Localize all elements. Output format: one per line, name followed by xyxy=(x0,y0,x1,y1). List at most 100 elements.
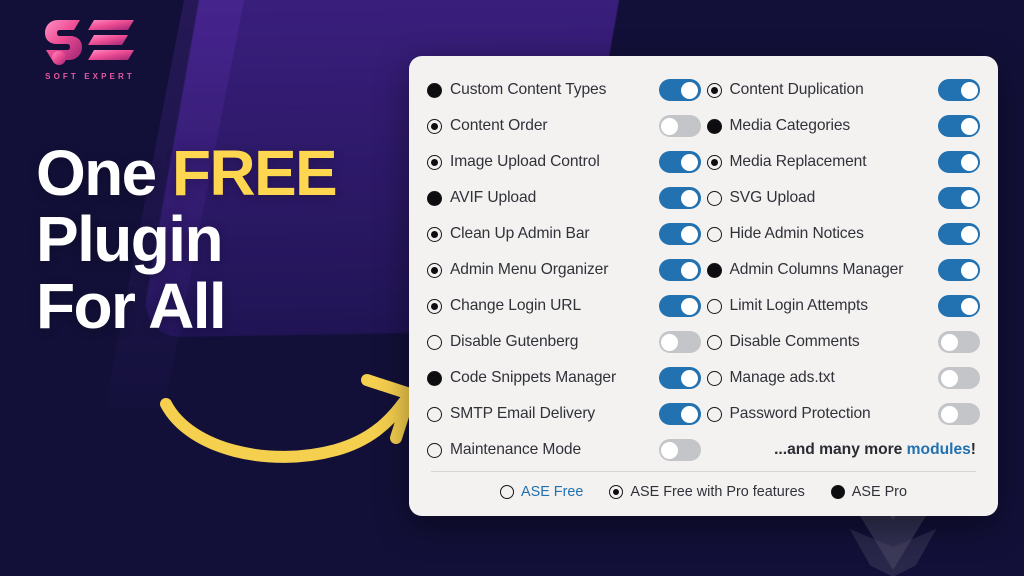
radio-marker-empty[interactable] xyxy=(706,406,722,422)
features-column-right: Content Duplication Media Categories Media… xyxy=(706,72,981,469)
radio-marker-dotted[interactable] xyxy=(706,154,722,170)
feature-row[interactable]: SVG Upload xyxy=(706,180,980,216)
curved-arrow-icon xyxy=(160,372,430,472)
headline-line1-accent: FREE xyxy=(171,137,338,209)
feature-label: Password Protection xyxy=(729,405,871,422)
feature-row[interactable]: Image Upload Control xyxy=(427,144,701,180)
radio-marker-filled[interactable] xyxy=(427,190,442,206)
feature-label: AVIF Upload xyxy=(450,189,537,206)
radio-marker-dotted[interactable] xyxy=(427,262,442,278)
radio-marker-dotted[interactable] xyxy=(427,118,442,134)
feature-row[interactable]: Disable Gutenberg xyxy=(427,324,701,360)
feature-toggle-off[interactable] xyxy=(938,367,980,389)
radio-marker-empty[interactable] xyxy=(706,190,722,206)
feature-row[interactable]: Custom Content Types xyxy=(427,72,701,108)
feature-label: Hide Admin Notices xyxy=(729,225,864,242)
feature-label: Disable Comments xyxy=(729,333,860,350)
more-modules-suffix: ! xyxy=(970,441,976,458)
radio-marker-dotted[interactable] xyxy=(427,154,442,170)
radio-marker-empty[interactable] xyxy=(706,370,722,386)
feature-toggle-off[interactable] xyxy=(658,439,701,461)
feature-label: Admin Menu Organizer xyxy=(450,261,609,278)
feature-label: Disable Gutenberg xyxy=(450,333,579,350)
feature-toggle-on[interactable] xyxy=(658,367,701,389)
feature-row[interactable]: Code Snippets Manager xyxy=(427,360,701,396)
feature-toggle-off[interactable] xyxy=(658,115,701,137)
radio-marker-filled[interactable] xyxy=(830,485,845,499)
radio-marker-empty[interactable] xyxy=(706,334,722,350)
feature-toggle-on[interactable] xyxy=(938,187,980,209)
more-modules-text: ...and many more modules! xyxy=(774,441,976,459)
feature-row[interactable]: Change Login URL xyxy=(427,288,701,324)
feature-toggle-on[interactable] xyxy=(938,79,980,101)
feature-label: Image Upload Control xyxy=(450,153,600,170)
feature-toggle-on[interactable] xyxy=(658,187,701,209)
modules-link[interactable]: modules xyxy=(907,441,971,458)
radio-marker-filled[interactable] xyxy=(706,262,722,278)
feature-label: Content Duplication xyxy=(729,81,864,98)
radio-marker-dotted[interactable] xyxy=(427,298,442,314)
feature-row[interactable]: Admin Columns Manager xyxy=(706,252,980,288)
feature-label: Content Order xyxy=(450,117,548,134)
radio-marker-dotted[interactable] xyxy=(427,226,442,242)
radio-marker-empty[interactable] xyxy=(500,485,515,499)
feature-toggle-on[interactable] xyxy=(938,223,980,245)
more-modules-row: ...and many more modules! xyxy=(707,432,981,468)
feature-toggle-off[interactable] xyxy=(938,403,980,425)
legend-item[interactable]: ASE Pro xyxy=(830,484,907,500)
radio-marker-dotted[interactable] xyxy=(706,82,722,98)
legend-item[interactable]: ASE Free with Pro features xyxy=(609,484,805,500)
feature-label: Media Categories xyxy=(729,117,851,134)
radio-marker-filled[interactable] xyxy=(706,118,722,134)
feature-label: Manage ads.txt xyxy=(729,369,835,386)
features-grid: Custom Content Types Content Order Image U… xyxy=(427,72,980,469)
feature-toggle-on[interactable] xyxy=(658,151,701,173)
feature-toggle-on[interactable] xyxy=(658,223,701,245)
feature-row[interactable]: Media Categories xyxy=(706,108,980,144)
feature-toggle-on[interactable] xyxy=(938,115,980,137)
feature-toggle-off[interactable] xyxy=(938,331,980,353)
legend-label: ASE Pro xyxy=(851,484,907,500)
radio-marker-filled[interactable] xyxy=(427,370,442,386)
feature-toggle-off[interactable] xyxy=(658,331,701,353)
feature-label: Maintenance Mode xyxy=(450,441,582,458)
legend-item[interactable]: ASE Free xyxy=(500,484,583,500)
feature-toggle-on[interactable] xyxy=(658,259,701,281)
feature-label: Custom Content Types xyxy=(450,81,607,98)
feature-row[interactable]: Content Order xyxy=(427,108,701,144)
feature-row[interactable]: Hide Admin Notices xyxy=(706,216,980,252)
feature-row[interactable]: Maintenance Mode xyxy=(427,432,701,468)
feature-label: Media Replacement xyxy=(729,153,867,170)
feature-toggle-on[interactable] xyxy=(658,79,701,101)
headline-line-2: Plugin xyxy=(36,203,224,276)
feature-row[interactable]: Content Duplication xyxy=(706,72,980,108)
legend: ASE Free ASE Free with Pro features ASE Pr… xyxy=(427,472,980,516)
se-monogram-icon xyxy=(45,20,134,65)
feature-toggle-on[interactable] xyxy=(938,151,980,173)
radio-marker-empty[interactable] xyxy=(427,442,442,458)
more-modules-prefix: ...and many more xyxy=(774,441,907,458)
feature-label: SMTP Email Delivery xyxy=(450,405,596,422)
feature-row[interactable]: Clean Up Admin Bar xyxy=(427,216,701,252)
radio-marker-empty[interactable] xyxy=(706,298,722,314)
feature-toggle-on[interactable] xyxy=(658,295,701,317)
feature-row[interactable]: SMTP Email Delivery xyxy=(427,396,701,432)
feature-row[interactable]: AVIF Upload xyxy=(427,180,701,216)
feature-toggle-on[interactable] xyxy=(658,403,701,425)
feature-row[interactable]: Manage ads.txt xyxy=(706,360,980,396)
feature-label: Limit Login Attempts xyxy=(729,297,869,314)
feature-row[interactable]: Admin Menu Organizer xyxy=(427,252,701,288)
radio-marker-filled[interactable] xyxy=(427,82,442,98)
feature-row[interactable]: Disable Comments xyxy=(706,324,980,360)
feature-row[interactable]: Password Protection xyxy=(706,396,980,432)
radio-marker-empty[interactable] xyxy=(427,406,442,422)
feature-label: Code Snippets Manager xyxy=(450,369,617,386)
radio-marker-empty[interactable] xyxy=(427,334,442,350)
feature-row[interactable]: Media Replacement xyxy=(706,144,980,180)
feature-toggle-on[interactable] xyxy=(938,295,980,317)
radio-marker-dotted[interactable] xyxy=(609,485,624,499)
feature-label: SVG Upload xyxy=(729,189,816,206)
radio-marker-empty[interactable] xyxy=(706,226,722,242)
feature-toggle-on[interactable] xyxy=(938,259,980,281)
feature-row[interactable]: Limit Login Attempts xyxy=(706,288,980,324)
